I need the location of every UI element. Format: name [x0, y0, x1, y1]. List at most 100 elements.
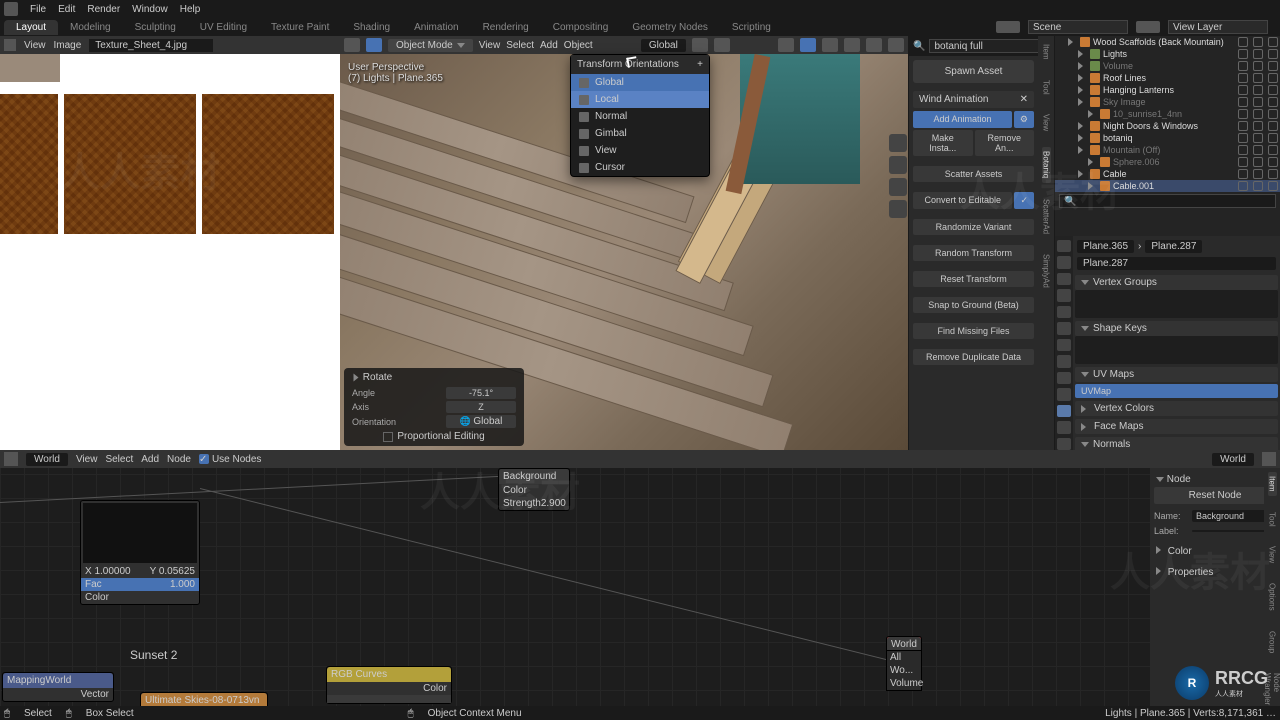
shading-wire-icon[interactable]	[822, 38, 838, 52]
props-tab-material[interactable]	[1057, 421, 1071, 433]
props-tab-object[interactable]	[1057, 322, 1071, 334]
wind-animation-head[interactable]: Wind Animation✕	[913, 91, 1034, 108]
menu-edit[interactable]: Edit	[58, 4, 75, 15]
orient-value[interactable]: 🌐 Global	[446, 415, 516, 428]
workspace-modeling[interactable]: Modeling	[58, 20, 123, 35]
orient-cursor[interactable]: Cursor	[571, 159, 709, 176]
convert-editable-check[interactable]: ✓	[1014, 192, 1034, 209]
menu-help[interactable]: Help	[180, 4, 201, 15]
outliner-row[interactable]: Lights	[1055, 48, 1280, 60]
axis-value[interactable]: Z	[446, 401, 516, 413]
shape-keys-head[interactable]: Shape Keys	[1075, 321, 1278, 336]
menu-window[interactable]: Window	[132, 4, 168, 15]
shading-render-icon[interactable]	[888, 38, 904, 52]
perspective-icon[interactable]	[889, 200, 907, 218]
outliner-row[interactable]: Sky Image	[1055, 96, 1280, 108]
shader-editor[interactable]: World View Select Add Node ✓Use Nodes Wo…	[0, 450, 1280, 706]
props-tab-world[interactable]	[1057, 306, 1071, 318]
shading-matprev-icon[interactable]	[866, 38, 882, 52]
outliner-search[interactable]	[1059, 194, 1276, 208]
workspace-texpaint[interactable]: Texture Paint	[259, 20, 341, 35]
orient-local[interactable]: Local	[571, 91, 709, 108]
props-tab-modifiers[interactable]	[1057, 339, 1071, 351]
vp-menu-view[interactable]: View	[479, 40, 501, 51]
prop-edit-checkbox[interactable]	[383, 432, 393, 442]
props-tab-scene[interactable]	[1057, 289, 1071, 301]
ne-menu-node[interactable]: Node	[167, 454, 191, 465]
menu-render[interactable]: Render	[87, 4, 120, 15]
orient-view[interactable]: View	[571, 142, 709, 159]
add-animation-settings[interactable]: ⚙	[1014, 111, 1034, 128]
snap-icon[interactable]	[692, 38, 708, 52]
reset-node-button[interactable]: Reset Node	[1154, 487, 1276, 504]
outliner-row[interactable]: Mountain (Off)	[1055, 144, 1280, 156]
ne-tab-view[interactable]: View	[1268, 542, 1277, 567]
workspace-rendering[interactable]: Rendering	[471, 20, 541, 35]
editor-type-icon[interactable]	[344, 38, 360, 52]
props-tab-render[interactable]	[1057, 240, 1071, 252]
node-mapping[interactable]: MappingWorld Vector	[2, 672, 114, 702]
workspace-compositing[interactable]: Compositing	[541, 20, 621, 35]
outliner-row[interactable]: Cable.001	[1055, 180, 1280, 192]
volume-option[interactable]: Volume	[887, 677, 921, 690]
wo-option[interactable]: Wo...	[887, 664, 921, 677]
npanel-tab-item[interactable]: Item	[1042, 40, 1051, 64]
orient-global[interactable]: Global	[571, 74, 709, 91]
orientation-dropdown[interactable]: Global	[641, 39, 686, 52]
scene-name-field[interactable]	[1028, 20, 1128, 34]
pin-icon[interactable]	[1262, 452, 1276, 466]
outliner-row[interactable]: Wood Scaffolds (Back Mountain)	[1055, 36, 1280, 48]
transform-menu-add[interactable]: +	[697, 59, 703, 70]
overlays-icon[interactable]	[778, 38, 794, 52]
bc-obj[interactable]: Plane.365	[1077, 240, 1134, 253]
vp-menu-add[interactable]: Add	[540, 40, 558, 51]
ne-menu-add[interactable]: Add	[141, 454, 159, 465]
npanel-tab-botaniq[interactable]: Botaniq	[1042, 147, 1051, 182]
npanel-tab-tool[interactable]: Tool	[1042, 76, 1051, 99]
outliner-row[interactable]: Hanging Lanterns	[1055, 84, 1280, 96]
outliner-row[interactable]: botaniq	[1055, 132, 1280, 144]
world-dropdown-2[interactable]: World	[1212, 453, 1254, 466]
menu-file[interactable]: File	[30, 4, 46, 15]
props-tab-constraints[interactable]	[1057, 388, 1071, 400]
ne-menu-select[interactable]: Select	[105, 454, 133, 465]
remove-anim-button[interactable]: Remove An...	[975, 130, 1035, 156]
reset-transform-button[interactable]: Reset Transform	[913, 271, 1034, 287]
find-missing-button[interactable]: Find Missing Files	[913, 323, 1034, 339]
ne-tab-item[interactable]: Item	[1268, 472, 1277, 496]
ne-tab-tool[interactable]: Tool	[1268, 508, 1277, 531]
props-tab-physics[interactable]	[1057, 372, 1071, 384]
normals-head[interactable]: Normals	[1075, 437, 1278, 450]
workspace-layout[interactable]: Layout	[4, 20, 58, 35]
props-tab-output[interactable]	[1057, 256, 1071, 268]
xray-icon[interactable]	[800, 38, 816, 52]
node-background[interactable]: Background Color Strength2.900	[498, 468, 570, 511]
ne-menu-view[interactable]: View	[76, 454, 98, 465]
vertex-groups-head[interactable]: Vertex Groups	[1075, 275, 1278, 290]
pan-icon[interactable]	[889, 156, 907, 174]
uvmaps-head[interactable]: UV Maps	[1075, 367, 1278, 382]
outliner-row[interactable]: Sphere.006	[1055, 156, 1280, 168]
bc-data[interactable]: Plane.287	[1145, 240, 1202, 253]
vp-menu-object[interactable]: Object	[564, 40, 593, 51]
outliner-row[interactable]: Volume	[1055, 60, 1280, 72]
workspace-geonodes[interactable]: Geometry Nodes	[620, 20, 720, 35]
all-option[interactable]: All	[887, 651, 921, 664]
ne-tab-group[interactable]: Group	[1268, 627, 1277, 657]
make-instances-button[interactable]: Make Insta...	[913, 130, 973, 156]
editor-type-icon[interactable]	[4, 452, 18, 466]
workspace-animation[interactable]: Animation	[402, 20, 470, 35]
random-transform-button[interactable]: Random Transform	[913, 245, 1034, 261]
scatter-assets-button[interactable]: Scatter Assets	[913, 166, 1034, 182]
zoom-icon[interactable]	[889, 134, 907, 152]
angle-value[interactable]: -75.1°	[446, 387, 516, 399]
spawn-asset-button[interactable]: Spawn Asset	[913, 60, 1034, 83]
props-tab-objdata[interactable]	[1057, 405, 1071, 417]
ne-tab-options[interactable]: Options	[1268, 579, 1277, 615]
npanel-tab-scatterad[interactable]: ScatterAd	[1042, 195, 1051, 238]
use-nodes-checkbox[interactable]: ✓Use Nodes	[199, 454, 261, 465]
orient-normal[interactable]: Normal	[571, 108, 709, 125]
workspace-uv[interactable]: UV Editing	[188, 20, 259, 35]
outliner-row[interactable]: Night Doors & Windows	[1055, 120, 1280, 132]
props-tab-texture[interactable]	[1057, 438, 1071, 450]
